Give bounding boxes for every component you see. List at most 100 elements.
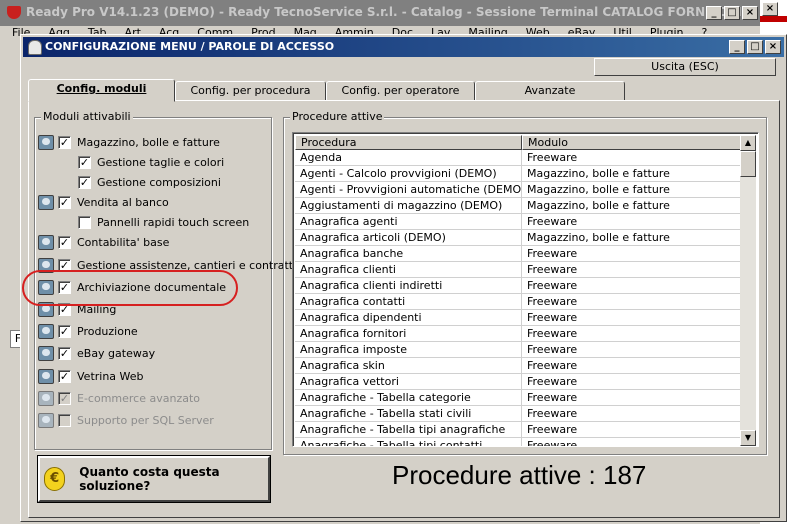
tab-avanzate[interactable]: Avanzate [475, 81, 625, 101]
tab-label: Avanzate [524, 84, 576, 97]
module-config-icon[interactable] [38, 323, 54, 339]
coin-icon: € [44, 467, 66, 491]
column-header-procedura[interactable]: Procedura [295, 135, 522, 150]
table-row[interactable]: Anagrafica articoli (DEMO) Magazzino, bol… [295, 230, 741, 246]
tab-label: Config. moduli [56, 82, 147, 95]
cell-procedura: Anagrafica vettori [295, 374, 522, 389]
module-row: ✓ E-commerce avanzato [38, 389, 200, 407]
background-window-titlebar [760, 16, 787, 22]
maximize-icon[interactable]: □ [747, 40, 763, 54]
table-row[interactable]: Anagrafica fornitori Freeware [295, 326, 741, 342]
module-config-icon [38, 390, 54, 406]
table-row[interactable]: Anagrafiche - Tabella tipi contatti Freew… [295, 438, 741, 446]
module-label: Vendita al banco [77, 195, 169, 209]
module-row: Supporto per SQL Server [38, 411, 214, 429]
procedures-table[interactable]: Procedura Modulo Agenda Freeware Agenti - … [292, 132, 759, 447]
parent-window-titlebar: Ready Pro V14.1.23 (DEMO) - Ready TecnoS… [0, 0, 760, 26]
table-row[interactable]: Agenda Freeware [295, 150, 741, 166]
module-row: ✓ eBay gateway [38, 344, 155, 362]
module-label: Gestione composizioni [97, 175, 221, 189]
tab-config-moduli[interactable]: Config. moduli [28, 79, 175, 102]
maximize-icon[interactable]: □ [724, 6, 740, 20]
table-row[interactable]: Anagrafica imposte Freeware [295, 342, 741, 358]
module-checkbox[interactable]: ✓ [58, 346, 71, 360]
cell-procedura: Anagrafica banche [295, 246, 522, 261]
table-row[interactable]: Anagrafiche - Tabella stati civili Freewa… [295, 406, 741, 422]
column-header-modulo[interactable]: Modulo [522, 135, 741, 150]
dialog-window-controls: _ □ × [729, 40, 781, 54]
module-checkbox[interactable]: ✓ [58, 235, 71, 249]
module-checkbox[interactable]: ✓ [58, 369, 71, 383]
module-config-icon [38, 412, 54, 428]
close-icon[interactable]: × [742, 6, 758, 20]
table-row[interactable]: Anagrafica clienti indiretti Freeware [295, 278, 741, 294]
module-config-icon[interactable] [38, 345, 54, 361]
cell-procedura: Anagrafiche - Tabella tipi anagrafiche [295, 422, 522, 437]
scroll-down-icon[interactable]: ▼ [740, 430, 756, 446]
cell-procedura: Anagrafica imposte [295, 342, 522, 357]
table-row[interactable]: Anagrafica dipendenti Freeware [295, 310, 741, 326]
cell-modulo: Freeware [522, 278, 741, 293]
price-button-label: Quanto costa questa soluzione? [79, 465, 220, 493]
exit-button[interactable]: Uscita (ESC) [594, 58, 776, 76]
module-checkbox[interactable]: ✓ [58, 195, 71, 209]
table-row[interactable]: Anagrafiche - Tabella tipi anagrafiche Fr… [295, 422, 741, 438]
module-config-icon[interactable] [38, 368, 54, 384]
module-config-icon[interactable] [38, 134, 54, 150]
table-row[interactable]: Anagrafica clienti Freeware [295, 262, 741, 278]
table-row[interactable]: Anagrafica contatti Freeware [295, 294, 741, 310]
table-row[interactable]: Anagrafica vettori Freeware [295, 374, 741, 390]
module-config-icon[interactable] [38, 234, 54, 250]
cell-procedura: Anagrafica agenti [295, 214, 522, 229]
table-header: Procedura Modulo [295, 135, 741, 150]
table-row[interactable]: Aggiustamenti di magazzino (DEMO) Magazzi… [295, 198, 741, 214]
table-row[interactable]: Agenti - Calcolo provvigioni (DEMO) Magaz… [295, 166, 741, 182]
module-checkbox[interactable] [78, 215, 91, 229]
scroll-up-icon[interactable]: ▲ [740, 135, 756, 151]
minimize-icon[interactable]: _ [729, 40, 745, 54]
module-row: ✓ Produzione [38, 322, 138, 340]
cell-modulo: Freeware [522, 390, 741, 405]
table-body: Agenda Freeware Agenti - Calcolo provvigio… [295, 150, 741, 446]
table-row[interactable]: Anagrafica agenti Freeware [295, 214, 741, 230]
cell-procedura: Anagrafica clienti indiretti [295, 278, 522, 293]
modules-group-title: Moduli attivabili [41, 110, 133, 123]
table-row[interactable]: Anagrafica skin Freeware [295, 358, 741, 374]
scroll-thumb[interactable] [740, 151, 756, 177]
parent-window-controls: _ □ × [706, 6, 758, 20]
cell-modulo: Freeware [522, 262, 741, 277]
close-icon[interactable]: × [765, 40, 781, 54]
module-label: Produzione [77, 324, 138, 338]
module-label: Contabilita' base [77, 235, 170, 249]
module-label: Magazzino, bolle e fatture [77, 135, 220, 149]
module-row: ✓ Contabilita' base [38, 233, 169, 251]
cell-modulo: Freeware [522, 374, 741, 389]
module-label: Pannelli rapidi touch screen [97, 215, 250, 229]
module-label: Supporto per SQL Server [77, 413, 214, 427]
minimize-icon[interactable]: _ [706, 6, 722, 20]
module-row: ✓ Magazzino, bolle e fatture [38, 133, 220, 151]
module-checkbox[interactable]: ✓ [78, 155, 91, 169]
cell-procedura: Agenti - Calcolo provvigioni (DEMO) [295, 166, 522, 181]
close-icon[interactable]: × [762, 2, 778, 16]
cell-modulo: Freeware [522, 342, 741, 357]
table-row[interactable]: Anagrafiche - Tabella categorie Freeware [295, 390, 741, 406]
cell-procedura: Agenda [295, 150, 522, 165]
tab-config-per-operatore[interactable]: Config. per operatore [326, 81, 475, 101]
table-row[interactable]: Anagrafica banche Freeware [295, 246, 741, 262]
table-row[interactable]: Agenti - Provvigioni automatiche (DEMO) M… [295, 182, 741, 198]
cell-procedura: Anagrafica articoli (DEMO) [295, 230, 522, 245]
module-config-icon[interactable] [38, 194, 54, 210]
tab-config-per-procedura[interactable]: Config. per procedura [175, 81, 326, 101]
app-logo-icon [7, 6, 21, 19]
module-checkbox [58, 413, 71, 427]
module-checkbox[interactable]: ✓ [58, 135, 71, 149]
module-checkbox[interactable]: ✓ [58, 324, 71, 338]
module-checkbox[interactable]: ✓ [78, 175, 91, 189]
price-button[interactable]: € Quanto costa questa soluzione? [38, 456, 270, 502]
procedures-group-title: Procedure attive [290, 110, 385, 123]
tab-label: Config. per operatore [341, 84, 460, 97]
tab-label: Config. per procedura [190, 84, 311, 97]
cell-modulo: Freeware [522, 310, 741, 325]
vertical-scrollbar[interactable]: ▲ ▼ [740, 135, 756, 446]
